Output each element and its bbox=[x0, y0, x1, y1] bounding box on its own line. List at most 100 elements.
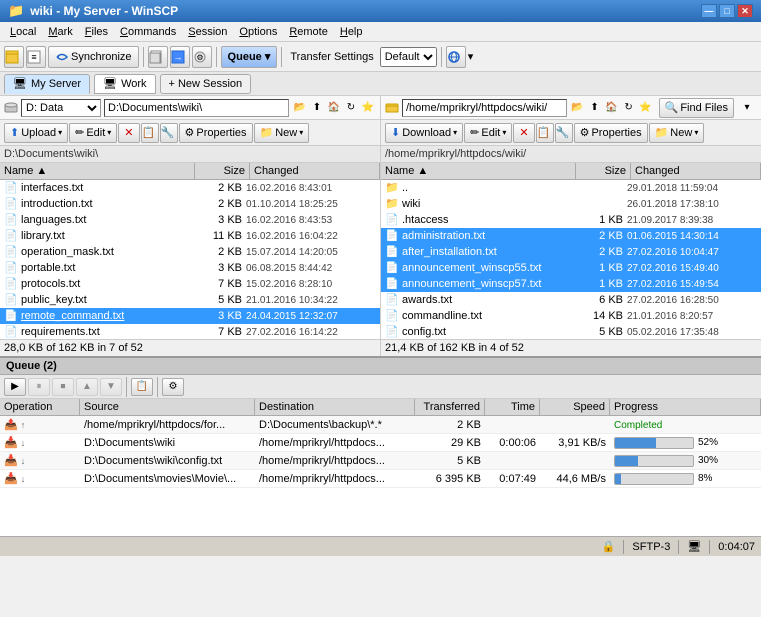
left-file-row[interactable]: 📄public_key.txt5 KB21.01.2016 10:34:22 bbox=[0, 292, 380, 308]
close-button[interactable]: ✕ bbox=[737, 4, 753, 18]
left-path-btn-2[interactable]: ⬆ bbox=[309, 100, 325, 116]
left-file-row[interactable]: 📄portable.txt3 KB06.08.2015 8:44:42 bbox=[0, 260, 380, 276]
left-path-btn-3[interactable]: 🏠 bbox=[326, 100, 342, 116]
queue-settings-btn[interactable]: ⚙ bbox=[162, 378, 184, 396]
queue-copy-btn[interactable]: 📋 bbox=[131, 378, 153, 396]
right-path-btn-2[interactable]: ⬆ bbox=[587, 100, 603, 116]
left-btn-extra2[interactable]: 🔧 bbox=[160, 123, 178, 143]
menu-local[interactable]: Local bbox=[4, 24, 42, 40]
left-file-row[interactable]: 📄requirements.txt7 KB27.02.2016 16:14:22 bbox=[0, 324, 380, 339]
right-col-name[interactable]: Name ▲ bbox=[381, 163, 576, 179]
toolbar-globe-btn[interactable] bbox=[446, 46, 466, 68]
right-col-changed[interactable]: Changed bbox=[631, 163, 761, 179]
right-file-row[interactable]: 📄administration.txt2 KB01.06.2015 14:30:… bbox=[381, 228, 761, 244]
left-col-size[interactable]: Size bbox=[195, 163, 250, 179]
maximize-button[interactable]: □ bbox=[719, 4, 735, 18]
file-date: 24.04.2015 12:32:07 bbox=[246, 311, 376, 322]
file-date: 15.02.2016 8:28:10 bbox=[246, 279, 376, 290]
left-pathbar: D: Data 📂 ⬆ 🏠 ↻ ⭐ bbox=[0, 96, 381, 119]
menu-files[interactable]: Files bbox=[79, 24, 114, 40]
left-edit-button[interactable]: ✏ Edit ▾ bbox=[69, 123, 117, 143]
drive-select[interactable]: D: Data bbox=[21, 99, 101, 117]
queue-stop-btn[interactable]: ⏹ bbox=[52, 378, 74, 396]
right-path-input[interactable] bbox=[402, 99, 567, 117]
right-file-row[interactable]: 📄announcement_winscp57.txt1 KB27.02.2016… bbox=[381, 276, 761, 292]
right-path-extra[interactable]: ▾ bbox=[737, 100, 757, 116]
queue-button[interactable]: Queue ▾ bbox=[221, 46, 278, 68]
right-btn-extra2[interactable]: 🔧 bbox=[555, 123, 573, 143]
tab-work[interactable]: 🖥 Work bbox=[94, 74, 155, 94]
right-file-row[interactable]: 📄config.txt5 KB05.02.2016 17:35:48 bbox=[381, 324, 761, 339]
queue-start-btn[interactable]: ▶ bbox=[4, 378, 26, 396]
menu-help[interactable]: Help bbox=[334, 24, 369, 40]
toolbar-btn-4[interactable]: → bbox=[170, 46, 190, 68]
synchronize-button[interactable]: Synchronize bbox=[48, 46, 139, 68]
right-path-btn-1[interactable]: 📂 bbox=[570, 100, 586, 116]
right-file-row[interactable]: 📄commandline.txt14 KB21.01.2016 8:20:57 bbox=[381, 308, 761, 324]
new-session-button[interactable]: + New Session bbox=[160, 74, 252, 94]
right-path-btn-5[interactable]: ⭐ bbox=[638, 100, 654, 116]
queue-destination: /home/mprikryl/httpdocs... bbox=[255, 436, 415, 450]
right-file-row[interactable]: 📁wiki26.01.2018 17:38:10 bbox=[381, 196, 761, 212]
left-file-row[interactable]: 📄interfaces.txt2 KB16.02.2016 8:43:01 bbox=[0, 180, 380, 196]
left-path-input[interactable] bbox=[104, 99, 289, 117]
queue-pause-btn[interactable]: ⏸ bbox=[28, 378, 50, 396]
left-path-btn-5[interactable]: ⭐ bbox=[360, 100, 376, 116]
find-files-button[interactable]: 🔍 Find Files bbox=[659, 98, 734, 118]
file-size: 3 KB bbox=[191, 262, 246, 274]
toolbar-btn-5[interactable]: ⚙ bbox=[192, 46, 212, 68]
right-properties-button[interactable]: ⚙ Properties bbox=[574, 123, 648, 143]
right-file-row[interactable]: 📁..29.01.2018 11:59:04 bbox=[381, 180, 761, 196]
right-file-row[interactable]: 📄.htaccess1 KB21.09.2017 8:39:38 bbox=[381, 212, 761, 228]
menu-mark[interactable]: Mark bbox=[42, 24, 78, 40]
queue-row[interactable]: 📤 ↑ /home/mprikryl/httpdocs/for... D:\Do… bbox=[0, 416, 761, 434]
queue-down-btn[interactable]: ▼ bbox=[100, 378, 122, 396]
right-new-button[interactable]: 📁 New ▾ bbox=[649, 123, 705, 143]
menu-commands[interactable]: Commands bbox=[114, 24, 182, 40]
toolbar-btn-2[interactable]: ≡ bbox=[26, 46, 46, 68]
left-file-row[interactable]: 📄protocols.txt7 KB15.02.2016 8:28:10 bbox=[0, 276, 380, 292]
menu-options[interactable]: Options bbox=[233, 24, 283, 40]
menu-remote[interactable]: Remote bbox=[283, 24, 334, 40]
left-file-row[interactable]: 📄operation_mask.txt2 KB15.07.2014 14:20:… bbox=[0, 244, 380, 260]
right-edit-button[interactable]: ✏ Edit ▾ bbox=[464, 123, 512, 143]
left-col-name[interactable]: Name ▲ bbox=[0, 163, 195, 179]
transfer-settings-select[interactable]: Default bbox=[380, 47, 437, 67]
right-file-row[interactable]: 📄after_installation.txt2 KB27.02.2016 10… bbox=[381, 244, 761, 260]
file-icon: 📁 bbox=[385, 197, 399, 211]
toolbar-btn-1[interactable] bbox=[4, 46, 24, 68]
left-file-row[interactable]: 📄introduction.txt2 KB01.10.2014 18:25:25 bbox=[0, 196, 380, 212]
download-button[interactable]: ⬇ Download ▾ bbox=[385, 123, 463, 143]
left-path-btn-1[interactable]: 📂 bbox=[292, 100, 308, 116]
queue-row[interactable]: 📥 ↓ D:\Documents\movies\Movie\... /home/… bbox=[0, 470, 761, 488]
left-file-row[interactable]: 📄languages.txt3 KB16.02.2016 8:43:53 bbox=[0, 212, 380, 228]
left-properties-button[interactable]: ⚙ Properties bbox=[179, 123, 253, 143]
upload-button[interactable]: ⬆ Upload ▾ bbox=[4, 123, 68, 143]
queue-row[interactable]: 📥 ↓ D:\Documents\wiki\config.txt /home/m… bbox=[0, 452, 761, 470]
right-panel-body[interactable]: 📁..29.01.2018 11:59:04📁wiki26.01.2018 17… bbox=[381, 180, 761, 339]
right-col-size[interactable]: Size bbox=[576, 163, 631, 179]
left-delete-button[interactable]: ✕ bbox=[118, 123, 139, 143]
left-file-row[interactable]: 📄remote_command.txt3 KB24.04.2015 12:32:… bbox=[0, 308, 380, 324]
left-new-button[interactable]: 📁 New ▾ bbox=[254, 123, 310, 143]
minimize-button[interactable]: — bbox=[701, 4, 717, 18]
right-path-btn-4[interactable]: ↻ bbox=[621, 100, 637, 116]
left-panel-body[interactable]: 📄interfaces.txt2 KB16.02.2016 8:43:01📄in… bbox=[0, 180, 380, 339]
queue-up-btn[interactable]: ▲ bbox=[76, 378, 98, 396]
right-btn-extra1[interactable]: 📋 bbox=[536, 123, 554, 143]
upload-arrow: ▾ bbox=[58, 128, 62, 137]
left-file-row[interactable]: 📄library.txt11 KB16.02.2016 16:04:22 bbox=[0, 228, 380, 244]
queue-row[interactable]: 📥 ↓ D:\Documents\wiki /home/mprikryl/htt… bbox=[0, 434, 761, 452]
right-delete-button[interactable]: ✕ bbox=[513, 123, 534, 143]
queue-destination: D:\Documents\backup\*.* bbox=[255, 418, 415, 432]
toolbar-btn-3[interactable] bbox=[148, 46, 168, 68]
right-path-btn-3[interactable]: 🏠 bbox=[604, 100, 620, 116]
left-btn-extra1[interactable]: 📋 bbox=[141, 123, 159, 143]
left-path-btn-4[interactable]: ↻ bbox=[343, 100, 359, 116]
right-file-row[interactable]: 📄awards.txt6 KB27.02.2016 16:28:50 bbox=[381, 292, 761, 308]
tab-my-server[interactable]: 🖥 My Server bbox=[4, 74, 90, 94]
right-file-row[interactable]: 📄announcement_winscp55.txt1 KB27.02.2016… bbox=[381, 260, 761, 276]
file-date: 16.02.2016 8:43:01 bbox=[246, 183, 376, 194]
left-col-changed[interactable]: Changed bbox=[250, 163, 380, 179]
menu-session[interactable]: Session bbox=[182, 24, 233, 40]
